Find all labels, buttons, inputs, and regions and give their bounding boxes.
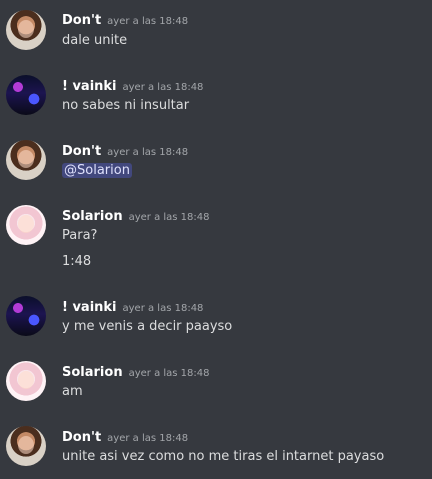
message-text: Para? xyxy=(62,228,98,243)
avatar[interactable] xyxy=(6,75,46,115)
author-name[interactable]: Solarion xyxy=(62,209,123,224)
message-timestamp: ayer a las 18:48 xyxy=(122,82,204,93)
avatar[interactable] xyxy=(6,140,46,180)
chat-messages: Don't ayer a las 18:48 dale unite ! vaink… xyxy=(0,0,432,479)
avatar[interactable] xyxy=(6,426,46,466)
message-timestamp: ayer a las 18:48 xyxy=(107,147,189,158)
author-name[interactable]: ! vainki xyxy=(62,300,117,315)
author-name[interactable]: Solarion xyxy=(62,365,123,380)
message-timestamp: ayer a las 18:48 xyxy=(107,433,189,444)
author-name[interactable]: Don't xyxy=(62,430,101,445)
avatar[interactable] xyxy=(6,10,46,50)
message-text: y me venis a decir paayso xyxy=(62,319,233,334)
message-timestamp: ayer a las 18:48 xyxy=(122,303,204,314)
message-text: am xyxy=(62,384,83,399)
message-text: no sabes ni insultar xyxy=(62,98,190,113)
user-mention[interactable]: @Solarion xyxy=(62,163,132,178)
avatar[interactable] xyxy=(6,205,46,245)
message-timestamp: ayer a las 18:48 xyxy=(128,212,210,223)
avatar[interactable] xyxy=(6,296,46,336)
message-text: 1:48 xyxy=(62,254,92,269)
message-timestamp: ayer a las 18:48 xyxy=(107,16,189,27)
avatar[interactable] xyxy=(6,361,46,401)
message-text: @Solarion xyxy=(62,162,132,180)
author-name[interactable]: Don't xyxy=(62,144,101,159)
message-text: unite asi vez como no me tiras el intarn… xyxy=(62,449,385,464)
author-name[interactable]: Don't xyxy=(62,13,101,28)
message-timestamp: ayer a las 18:48 xyxy=(128,368,210,379)
message-text: dale unite xyxy=(62,33,128,48)
author-name[interactable]: ! vainki xyxy=(62,79,117,94)
